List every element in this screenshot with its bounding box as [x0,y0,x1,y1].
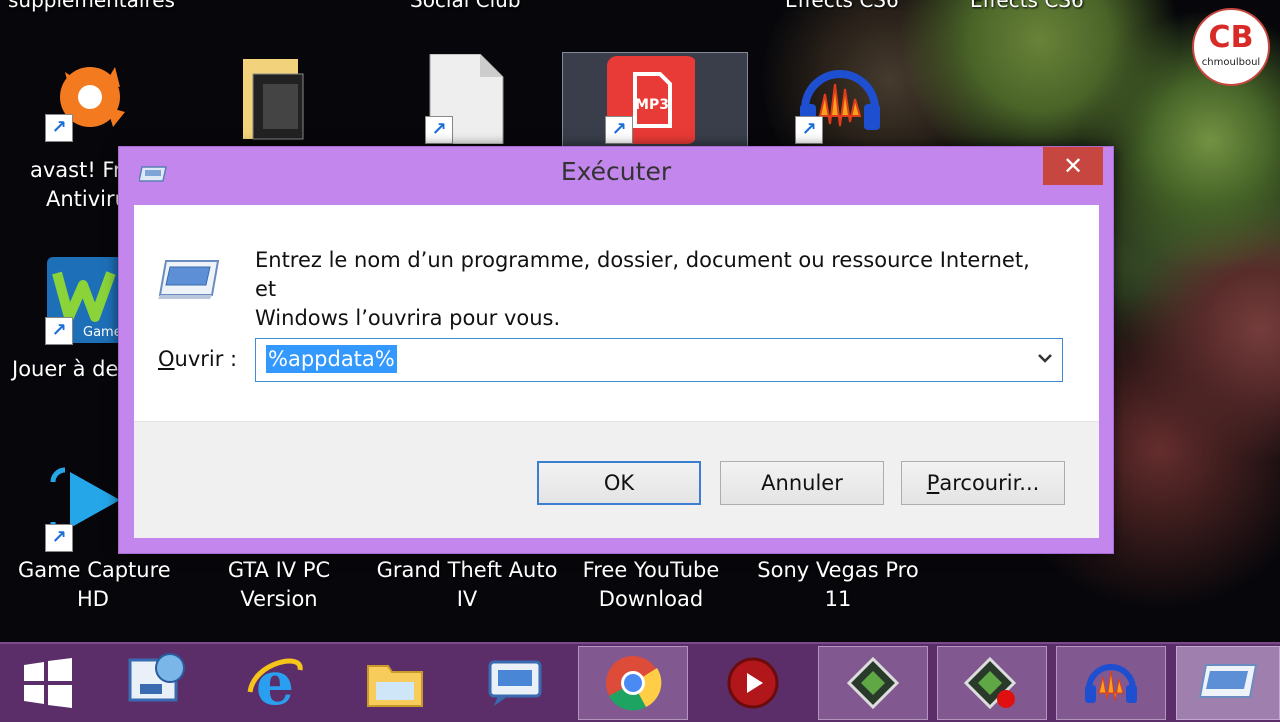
browse-button[interactable]: Parcourir... [901,461,1065,505]
browse-accelerator: P [926,471,940,495]
shortcut-arrow-icon: ↗ [605,116,633,144]
shortcut-arrow-icon: ↗ [795,116,823,144]
run-dialog: Exécuter ✕ Entrez le nom d’un programme,… [118,146,1114,554]
desktop-icon-audacity[interactable]: ↗ [795,54,885,144]
desktop-icon-folder[interactable] [238,54,328,144]
desktop-icon-label: Sony Vegas Pro 11 [752,556,924,614]
desktop-icon-document[interactable]: ↗ [425,54,515,144]
channel-logo: CB chmoulboul [1192,8,1270,86]
taskbar-audacity[interactable] [1056,646,1166,720]
audacity-icon [1085,664,1137,703]
logo-letters: CB [1208,20,1254,55]
label-line: Game Capture [18,558,171,582]
game-badge: Game [83,325,122,340]
game-record-icon [963,656,1017,710]
shortcut-arrow-icon: ↗ [45,524,73,552]
logo-name: chmoulboul [1201,57,1261,68]
label-line: 11 [824,587,852,611]
taskbar-internet-explorer[interactable]: e [220,646,330,720]
desktop-icon-label: Free YouTube Download [570,556,732,614]
messaging-icon [488,660,542,706]
desktop-icon-label: Game Capture HD [18,556,171,614]
ok-button[interactable]: OK [537,461,701,505]
open-combobox[interactable]: %appdata% [255,338,1063,382]
start-button[interactable] [0,646,96,720]
run-icon [158,260,220,299]
taskbar-game[interactable] [818,646,928,720]
desktop-label-top-3: Effects CS6 [785,0,899,12]
game-icon [846,656,900,710]
taskbar-file-explorer[interactable] [340,646,450,720]
taskbar-chrome[interactable] [578,646,688,720]
shortcut-arrow-icon: ↗ [425,116,453,144]
shortcut-arrow-icon: ↗ [45,317,73,345]
folder-icon [243,59,304,140]
network-icon [128,653,185,702]
open-input-value[interactable]: %appdata% [266,345,397,373]
cancel-button[interactable]: Annuler [720,461,884,505]
dialog-client: Entrez le nom d’un programme, dossier, d… [134,205,1099,538]
label-line: IV [456,587,478,611]
taskbar-network[interactable] [102,646,212,720]
desktop-label-top-4: Effects CS6 [970,0,1084,12]
chrome-icon [606,656,662,711]
desktop-icon-avast[interactable]: ↗ [45,52,135,142]
open-label-accelerator: O [158,347,175,371]
desktop-icon-label: Jouer à de [12,357,119,381]
dialog-description: Entrez le nom d’un programme, dossier, d… [255,246,1055,333]
description-line: Windows l’ouvrira pour vous. [255,306,561,330]
close-button[interactable]: ✕ [1043,147,1103,185]
taskbar-game-capture[interactable] [937,646,1047,720]
close-icon: ✕ [1062,152,1084,180]
dialog-title: Exécuter [560,157,672,186]
desktop-label-top-1: supplémentaires [8,0,175,12]
taskbar-media-player[interactable] [698,646,808,720]
browse-label: arcourir... [939,471,1040,495]
open-label: Ouvrir : [158,347,237,371]
label-line: Version [240,587,318,611]
desktop-label-top-2: Social Club [410,0,521,12]
label-line: HD [77,587,109,611]
label-line: GTA IV PC [227,558,331,582]
label-line: Download [598,587,704,611]
taskbar: e [0,642,1280,722]
svg-text:MP3: MP3 [635,97,669,113]
shortcut-arrow-icon: ↗ [45,114,73,142]
desktop-icon-label: Grand Theft Auto IV [372,556,562,614]
windows-logo-icon [24,658,72,708]
file-explorer-icon [367,665,423,707]
internet-explorer-icon: e [247,652,303,714]
description-line: Entrez le nom d’un programme, dossier, d… [255,248,1030,301]
label-line: Free YouTube [582,558,720,582]
taskbar-messaging[interactable] [460,646,570,720]
open-label-text: uvrir : [174,347,238,371]
chevron-down-icon[interactable] [1036,349,1054,367]
desktop-icon-mp3-converter[interactable]: MP3 ↗ [605,54,695,144]
label-line: Grand Theft Auto [376,558,558,582]
run-icon [1198,664,1258,698]
desktop-icon-label: GTA IV PC Version [204,556,354,614]
media-player-icon [727,657,779,709]
label-line: Sony Vegas Pro [757,558,919,582]
taskbar-run[interactable] [1176,646,1280,720]
